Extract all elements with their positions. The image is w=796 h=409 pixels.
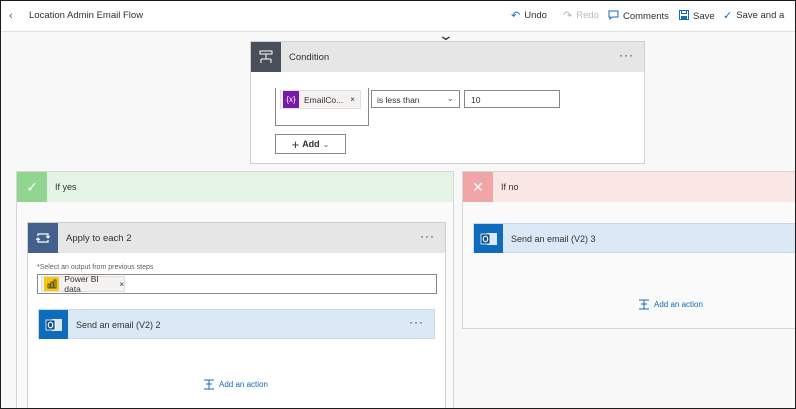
add-action-label: Add an action xyxy=(219,380,268,389)
token-label: Power BI data xyxy=(64,274,99,294)
outlook-icon xyxy=(39,310,68,339)
if-no-header: ✕ If no xyxy=(463,172,795,202)
flow-title: Location Admin Email Flow xyxy=(29,10,144,21)
apply-to-each-title: Apply to each 2 xyxy=(66,233,132,244)
variable-token[interactable]: {x} EmailCo... × xyxy=(280,90,361,109)
redo-label: Redo xyxy=(576,10,599,21)
close-icon: ✕ xyxy=(463,172,493,202)
save-icon xyxy=(679,10,689,22)
if-yes-branch: ✓ If yes Apply to each 2 ··· *Select an … xyxy=(16,171,454,408)
redo-icon: ↷ xyxy=(563,9,573,22)
condition-card: Condition ··· {x} EmailCo... × is less t… xyxy=(250,41,645,164)
powerbi-token[interactable]: Power BI data × xyxy=(41,274,125,294)
more-options-button[interactable]: ··· xyxy=(619,48,634,62)
chevron-left-icon[interactable]: ‹ xyxy=(9,10,13,22)
condition-icon xyxy=(251,42,281,72)
add-action-button[interactable]: Add an action xyxy=(203,379,268,390)
chevron-down-icon: ⌄ xyxy=(446,93,454,103)
if-yes-header: ✓ If yes xyxy=(17,172,453,202)
field-label: *Select an output from previous steps xyxy=(37,264,153,271)
plus-icon: + xyxy=(291,136,300,152)
save-and-test-button[interactable]: ✓ Save and a xyxy=(723,10,784,21)
comment-icon xyxy=(608,10,619,22)
flow-designer: ‹ Location Admin Email Flow ↶ Undo ↷ Red… xyxy=(0,0,796,409)
condition-title: Condition xyxy=(289,52,330,63)
command-bar: ‹ Location Admin Email Flow ↶ Undo ↷ Red… xyxy=(1,1,795,32)
save-and-label: Save and a xyxy=(736,10,785,21)
undo-button[interactable]: ↶ Undo xyxy=(511,10,547,21)
remove-token-icon[interactable]: × xyxy=(350,95,355,104)
add-action-icon xyxy=(639,299,649,310)
add-action-label: Add an action xyxy=(654,300,703,309)
powerbi-icon xyxy=(44,277,60,291)
value-input[interactable]: 10 xyxy=(464,90,560,108)
comments-button[interactable]: Comments xyxy=(608,10,669,22)
condition-header[interactable]: Condition ··· xyxy=(251,42,644,72)
send-email-title: Send an email (V2) 3 xyxy=(511,234,596,244)
add-label: Add xyxy=(302,139,320,149)
operator-select[interactable]: is less than ⌄ xyxy=(371,90,460,108)
loop-icon xyxy=(28,223,58,253)
add-button[interactable]: + Add ⌄ xyxy=(275,134,346,154)
token-label: EmailCo... xyxy=(304,94,344,105)
redo-button[interactable]: ↷ Redo xyxy=(563,10,599,21)
comments-label: Comments xyxy=(623,10,669,22)
more-options-button[interactable]: ··· xyxy=(420,229,435,243)
outlook-icon xyxy=(474,224,503,253)
variable-icon: {x} xyxy=(283,91,299,108)
send-email-card[interactable]: Send an email (V2) 3 xyxy=(473,223,795,253)
if-no-branch: ✕ If no Send an email (V2) 3 Add an acti… xyxy=(462,171,795,329)
save-label: Save xyxy=(693,10,715,22)
undo-label: Undo xyxy=(524,10,547,21)
output-field[interactable]: Power BI data × xyxy=(37,274,437,294)
if-no-title: If no xyxy=(501,182,519,192)
more-options-button[interactable]: ··· xyxy=(409,315,424,329)
send-email-card[interactable]: Send an email (V2) 2 ··· xyxy=(38,309,435,339)
operator-value: is less than xyxy=(377,95,420,105)
add-action-icon xyxy=(204,379,214,390)
field-label-text: Select an output from previous steps xyxy=(39,264,154,271)
chevron-down-icon: ⌄ xyxy=(322,139,330,149)
add-action-button[interactable]: Add an action xyxy=(638,299,703,310)
send-email-title: Send an email (V2) 2 xyxy=(76,320,161,330)
undo-icon: ↶ xyxy=(511,9,521,22)
value-text: 10 xyxy=(471,95,481,105)
apply-to-each-card: Apply to each 2 ··· *Select an output fr… xyxy=(27,222,446,408)
save-button[interactable]: Save xyxy=(679,10,715,22)
apply-to-each-header[interactable]: Apply to each 2 ··· xyxy=(28,223,445,253)
checkmark-icon: ✓ xyxy=(723,9,733,22)
if-yes-title: If yes xyxy=(55,182,77,192)
checkmark-icon: ✓ xyxy=(17,172,47,202)
remove-token-icon[interactable]: × xyxy=(119,280,124,289)
